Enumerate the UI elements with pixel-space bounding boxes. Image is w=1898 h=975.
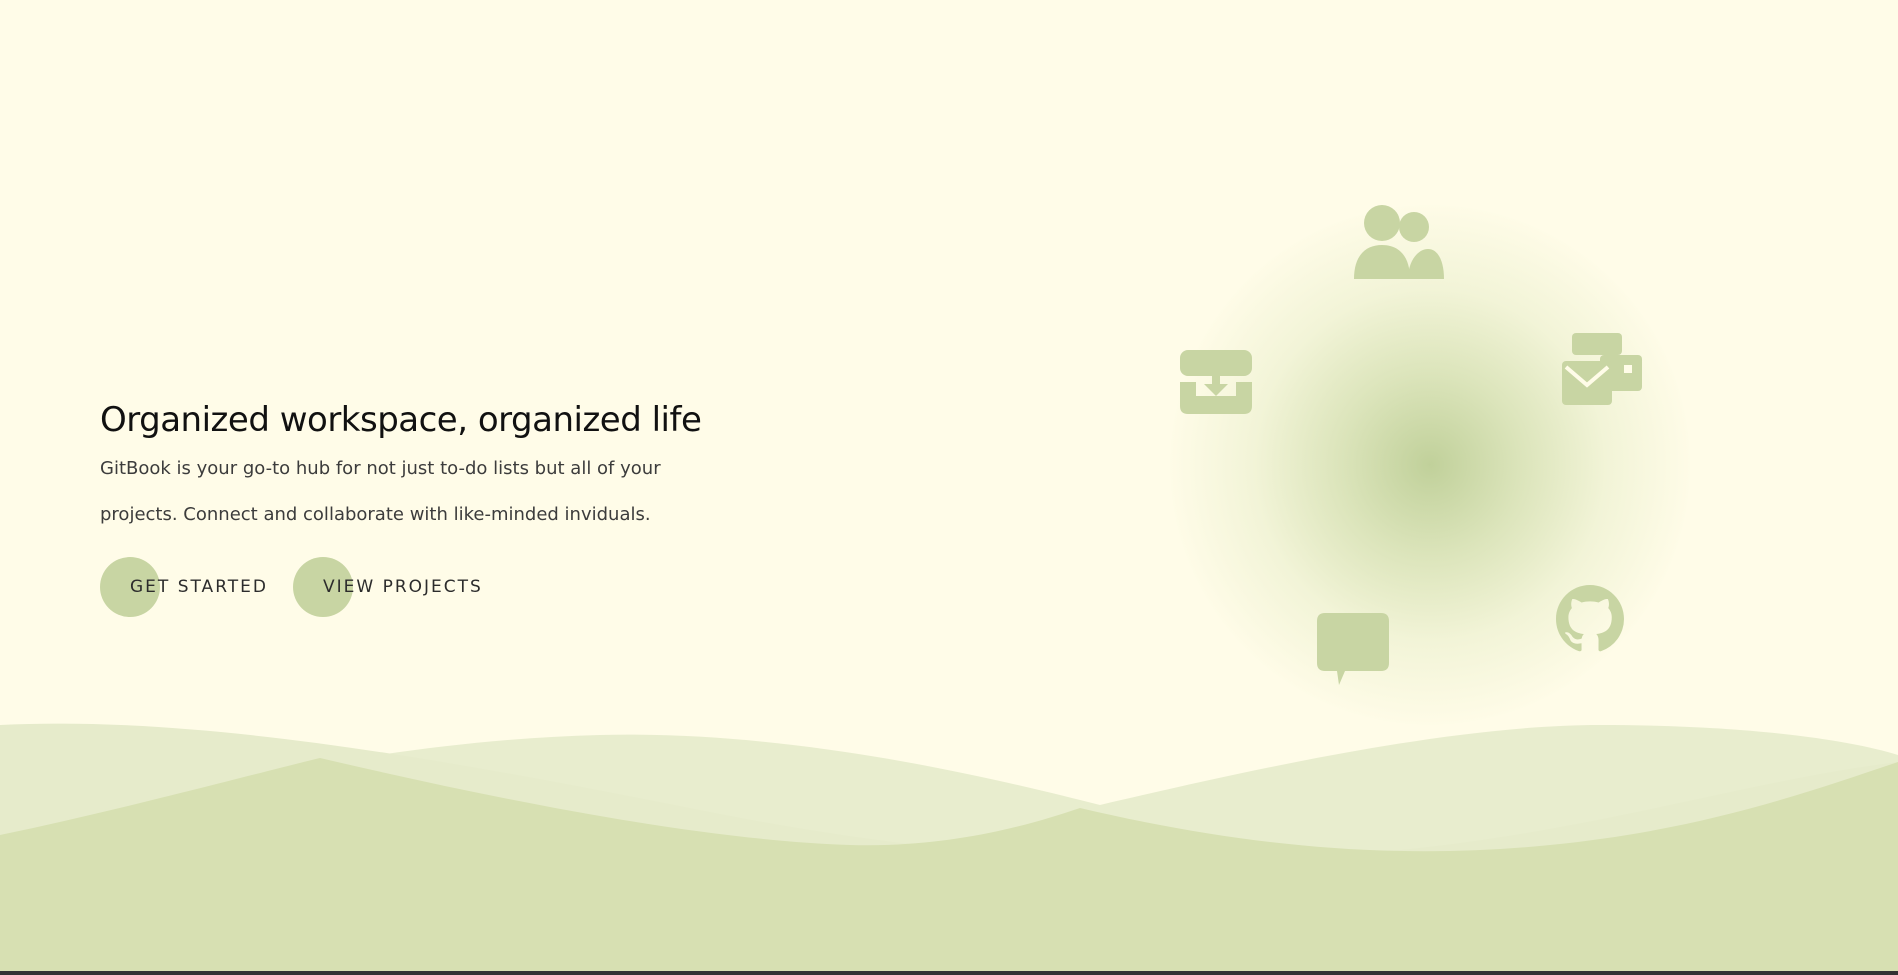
hero-description-line-1: GitBook is your go-to hub for not just t… — [100, 458, 661, 479]
bottom-waves — [0, 723, 1898, 975]
hero-description: GitBook is your go-to hub for not just t… — [100, 446, 720, 538]
mail-card-icon — [1562, 333, 1642, 405]
get-started-label: GET STARTED — [130, 577, 268, 597]
view-projects-button[interactable]: VIEW PROJECTS — [293, 557, 483, 617]
chat-bubble-icon — [1317, 613, 1389, 685]
github-icon — [1556, 585, 1624, 653]
get-started-button[interactable]: GET STARTED — [100, 557, 268, 617]
bottom-divider — [0, 971, 1898, 975]
users-icon — [1352, 205, 1444, 279]
hero-section: Organized workspace, organized life GitB… — [100, 400, 720, 538]
hero-description-line-2: projects. Connect and collaborate with l… — [100, 504, 651, 525]
hero-headline: Organized workspace, organized life — [100, 400, 702, 440]
tray-download-icon — [1180, 350, 1252, 414]
view-projects-label: VIEW PROJECTS — [323, 577, 483, 597]
